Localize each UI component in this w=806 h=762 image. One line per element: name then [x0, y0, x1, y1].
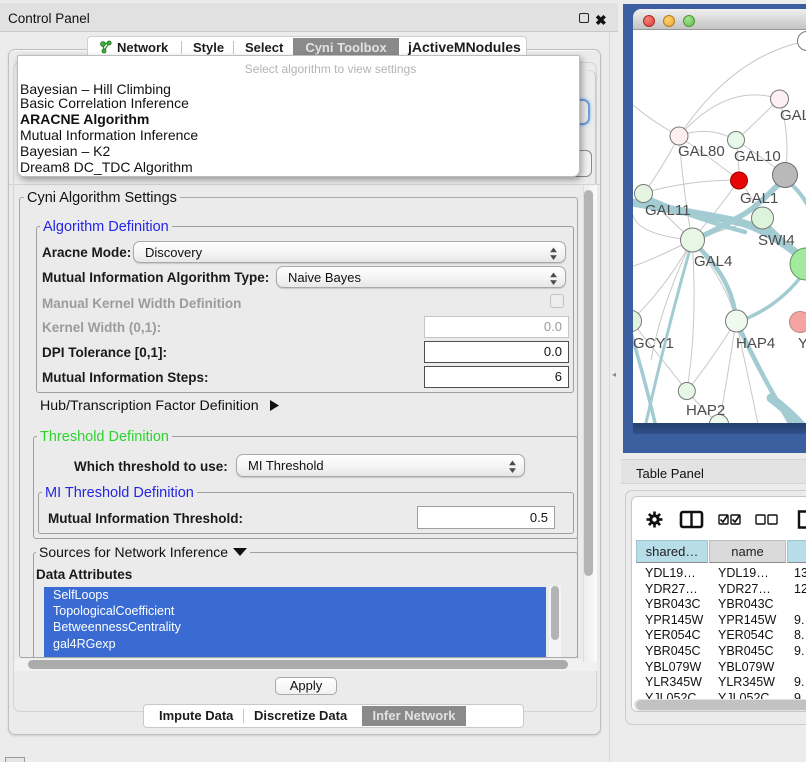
svg-text:GAL2: GAL2 — [780, 107, 806, 124]
svg-text:GAL80: GAL80 — [678, 143, 725, 160]
svg-text:HAP4: HAP4 — [736, 335, 775, 352]
svg-text:GAL4: GAL4 — [694, 253, 732, 270]
svg-text:GAL1: GAL1 — [740, 190, 778, 207]
svg-text:SWI4: SWI4 — [758, 232, 795, 249]
svg-text:GAL11: GAL11 — [645, 202, 691, 219]
svg-text:GAL10: GAL10 — [734, 148, 781, 165]
svg-text:GCY1: GCY1 — [633, 335, 674, 352]
svg-text:Y: Y — [798, 335, 806, 352]
svg-text:HAP2: HAP2 — [686, 402, 725, 419]
